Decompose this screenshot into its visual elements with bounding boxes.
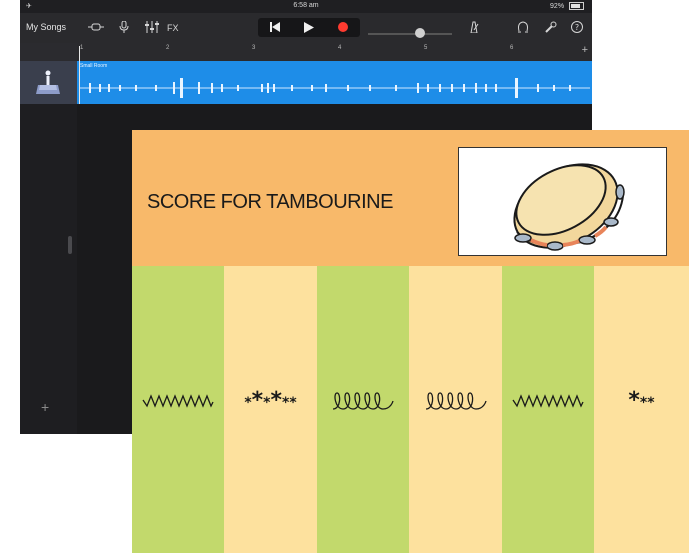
track-view-icon[interactable] (88, 21, 104, 37)
bar-number: 1 (80, 45, 84, 51)
tap-stars-symbol: ****** (244, 388, 297, 413)
score-header: SCORE FOR TAMBOURINE (132, 130, 689, 266)
bar-number: 2 (166, 45, 170, 51)
roll-loops-symbol (317, 391, 409, 418)
beat-columns: ****** *** (132, 266, 689, 553)
settings-wrench-icon[interactable] (545, 21, 557, 37)
status-bar: ✈ 6:58 am 92% (20, 0, 592, 13)
waveform (79, 78, 590, 98)
audio-recorder-icon (36, 70, 60, 94)
microphone-icon[interactable] (119, 20, 129, 37)
shake-zigzag-symbol (502, 391, 594, 416)
metronome-icon[interactable] (468, 21, 480, 37)
add-section-icon[interactable]: + (582, 44, 588, 56)
my-songs-button[interactable]: My Songs (26, 22, 66, 32)
battery-indicator: 92% (550, 2, 584, 10)
svg-text:?: ? (575, 23, 579, 32)
bar-number: 5 (424, 45, 428, 51)
battery-percent: 92% (550, 2, 565, 10)
beat-column (132, 266, 224, 553)
battery-icon (569, 2, 584, 10)
track-header[interactable] (20, 61, 77, 104)
tambourine-picture (458, 147, 667, 256)
help-icon[interactable]: ? (571, 21, 583, 37)
column-resize-handle[interactable] (68, 236, 72, 254)
tambourine-score: SCORE FOR TAMBOURINE ****** *** (132, 130, 689, 553)
shake-zigzag-symbol (132, 391, 224, 416)
transport-controls (258, 18, 360, 37)
bar-number: 3 (252, 45, 256, 51)
tambourine-icon (513, 163, 625, 251)
bar-number: 6 (510, 45, 514, 51)
master-volume-slider[interactable] (368, 33, 452, 35)
score-title: SCORE FOR TAMBOURINE (147, 191, 393, 213)
timeline-ruler[interactable]: 1 2 3 4 5 6 + (77, 43, 592, 62)
beat-column: *** (594, 266, 689, 553)
record-icon[interactable] (326, 18, 360, 37)
beat-column: ****** (224, 266, 317, 553)
audio-region[interactable]: Small Room (77, 61, 592, 104)
fx-button[interactable]: FX (167, 22, 179, 34)
beat-column (409, 266, 502, 553)
loop-browser-icon[interactable] (517, 21, 529, 37)
mixer-icon[interactable] (144, 21, 160, 37)
tap-stars-symbol: *** (628, 388, 655, 413)
toolbar: My Songs FX ? (20, 13, 592, 43)
volume-knob[interactable] (415, 28, 425, 38)
playhead[interactable] (79, 46, 80, 104)
beat-column (317, 266, 409, 553)
bar-number: 4 (338, 45, 342, 51)
play-icon[interactable] (292, 18, 326, 37)
status-time: 6:58 am (293, 2, 319, 9)
track-headers-column: + (20, 61, 77, 434)
add-track-icon[interactable]: + (41, 399, 49, 415)
roll-loops-symbol (409, 391, 502, 418)
go-to-beginning-icon[interactable] (258, 18, 292, 37)
beat-column (502, 266, 594, 553)
